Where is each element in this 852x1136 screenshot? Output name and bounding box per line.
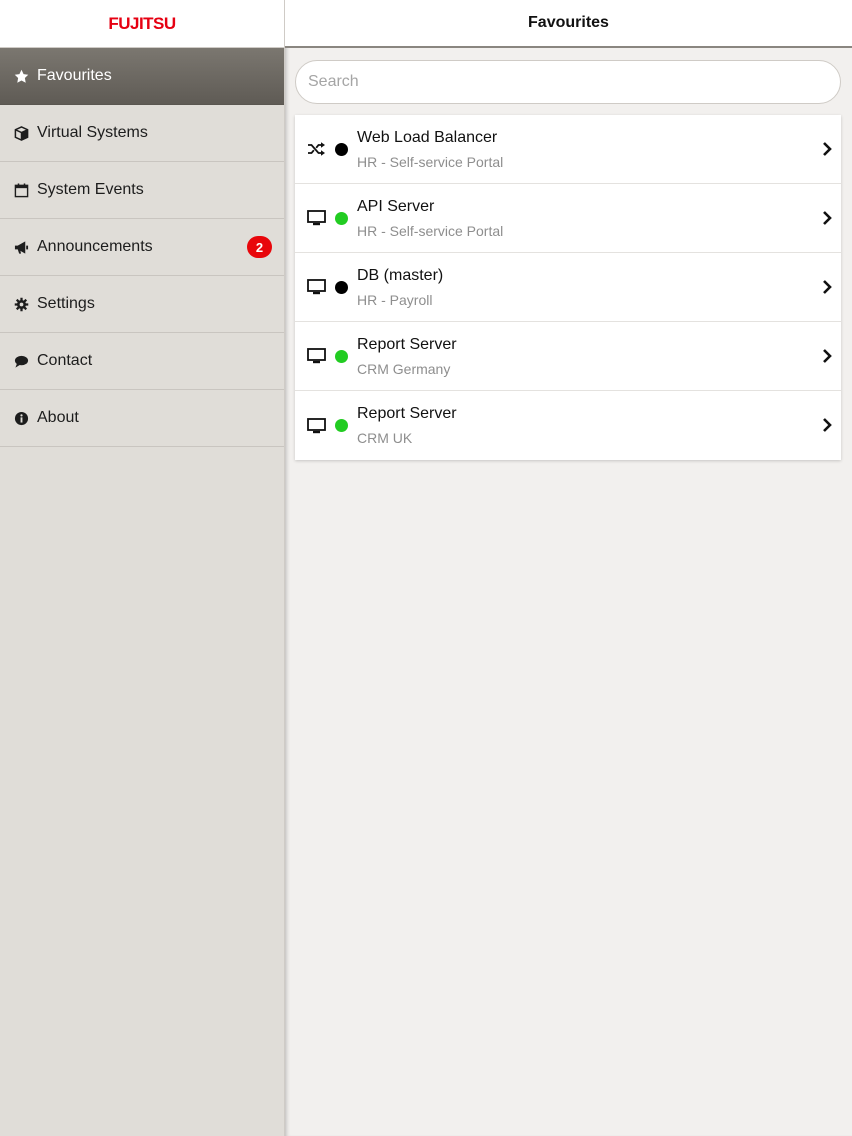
sidebar-item-favourites[interactable]: Favourites [0,48,284,105]
row-text: Report Server CRM UK [357,404,457,447]
monitor-icon [306,347,326,365]
row-text: Report Server CRM Germany [357,335,457,378]
row-text: DB (master) HR - Payroll [357,266,443,309]
cube-icon [13,125,29,141]
row-subtitle: HR - Payroll [357,291,433,308]
announcements-count-badge: 2 [247,236,272,258]
sidebar-item-label: System Events [37,181,144,198]
chat-bubble-icon [13,353,29,369]
sidebar-item-label: About [37,409,79,426]
top-bar: Favourites [285,0,852,48]
search-input[interactable] [295,60,841,104]
chevron-right-icon [823,280,832,294]
search-bar [285,48,852,104]
row-title: DB (master) [357,266,444,284]
shuffle-icon [306,140,326,158]
chevron-right-icon [823,349,832,363]
info-icon [13,410,29,426]
star-icon [13,68,29,84]
sidebar-item-virtual-systems[interactable]: Virtual Systems [0,105,284,162]
sidebar-item-label: Virtual Systems [37,124,148,141]
status-dot-offline [335,142,348,156]
chevron-right-icon [823,142,832,156]
row-subtitle: CRM Germany [357,360,451,377]
status-dot-offline [335,280,348,294]
row-title: Web Load Balancer [357,128,498,146]
sidebar-item-label: Announcements [37,238,153,255]
sidebar: FUJITSU Favourites Virtual Systems Syste… [0,0,285,1136]
monitor-icon [306,278,326,296]
page-title: Favourites [528,14,609,31]
chevron-right-icon [823,418,832,432]
gear-icon [13,296,29,312]
row-title: Report Server [357,405,457,422]
row-subtitle: HR - Self-service Portal [357,153,504,170]
row-title: Report Server [357,335,457,353]
megaphone-icon [13,239,29,255]
favourites-list: Web Load Balancer HR - Self-service Port… [295,115,841,460]
monitor-icon [306,209,326,227]
sidebar-item-settings[interactable]: Settings [0,276,284,333]
chevron-right-icon [823,211,832,225]
monitor-icon [306,417,326,435]
favourite-row[interactable]: Report Server CRM UK [295,391,841,460]
favourite-row[interactable]: Report Server CRM Germany [295,322,841,391]
favourite-row[interactable]: API Server HR - Self-service Portal [295,184,841,253]
main-panel: Favourites Web Load Balancer HR - Self-s… [285,0,852,1136]
row-title: API Server [357,197,435,215]
fujitsu-logo[interactable]: FUJITSU [108,14,176,34]
row-text: Web Load Balancer HR - Self-service Port… [357,128,503,171]
status-dot-online [335,419,348,432]
status-dot-online [335,349,348,363]
sidebar-item-contact[interactable]: Contact [0,333,284,390]
favourite-row[interactable]: Web Load Balancer HR - Self-service Port… [295,115,841,184]
row-text: API Server HR - Self-service Portal [357,197,503,240]
sidebar-item-label: Contact [37,352,93,369]
sidebar-item-system-events[interactable]: System Events [0,162,284,219]
favourite-row[interactable]: DB (master) HR - Payroll [295,253,841,322]
row-subtitle: HR - Self-service Portal [357,222,504,239]
sidebar-item-label: Settings [37,295,95,312]
status-dot-online [335,211,348,225]
sidebar-item-announcements[interactable]: Announcements 2 [0,219,284,276]
sidebar-item-label: Favourites [37,67,112,84]
sidebar-header: FUJITSU [0,0,284,48]
sidebar-item-about[interactable]: About [0,390,284,447]
row-subtitle: CRM UK [357,430,413,446]
calendar-icon [13,182,29,198]
